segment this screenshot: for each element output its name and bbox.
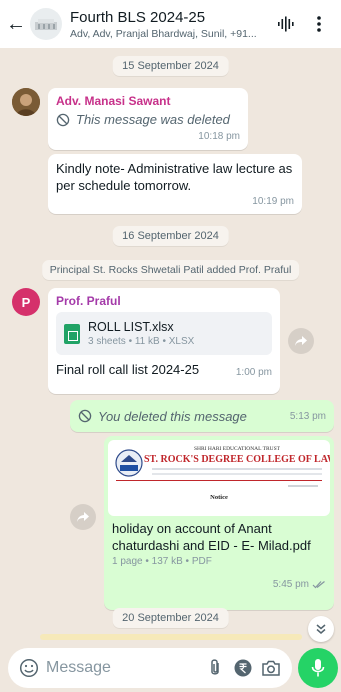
blocked-icon: [56, 113, 70, 126]
sender-name[interactable]: Adv. Manasi Sawant: [56, 94, 240, 108]
message-time: 1:00 pm: [235, 367, 272, 378]
microphone-icon: [311, 659, 325, 677]
building-icon: [35, 19, 57, 30]
message-bubble[interactable]: Prof. Praful ROLL LIST.xlsx 3 sheets • 1…: [48, 288, 280, 394]
message-time: 10:18 pm: [198, 131, 240, 142]
emoji-icon[interactable]: [18, 657, 40, 679]
back-arrow-icon[interactable]: ←: [6, 14, 26, 34]
preview-notice: Notice: [210, 494, 228, 501]
spreadsheet-icon: [64, 323, 80, 344]
document-preview[interactable]: SHRI HARI EDUCATIONAL TRUST ST. ROCK'S D…: [108, 440, 330, 516]
preview-college: ST. ROCK'S DEGREE COLLEGE OF LAW: [144, 454, 330, 465]
preview-line: [152, 473, 322, 475]
group-members: Adv, Adv, Pranjal Bhardwaj, Sunil, +91..…: [70, 27, 257, 40]
group-avatar[interactable]: [30, 8, 62, 40]
voice-chat-icon[interactable]: [271, 10, 299, 38]
message-list[interactable]: 15 September 2024 Adv. Manasi Sawant Thi…: [0, 48, 341, 644]
preview-line: [288, 485, 318, 487]
file-name: holiday on account of Anant chaturdashi …: [112, 521, 311, 553]
message-bubble[interactable]: Kindly note- Administrative law lecture …: [48, 154, 302, 214]
avatar-letter: P: [21, 294, 31, 310]
next-message-edge: [40, 634, 302, 640]
attach-icon[interactable]: [204, 657, 226, 679]
message-text: Kindly note- Administrative law lecture …: [56, 161, 293, 193]
message-time: 10:19 pm: [252, 196, 294, 207]
chat-header: ← Fourth BLS 2024-25 Adv, Adv, Pranjal B…: [0, 0, 341, 48]
deleted-message: You deleted this message: [78, 409, 247, 424]
date-chip: 20 September 2024: [112, 608, 229, 628]
forward-button[interactable]: [70, 504, 96, 530]
message-bubble[interactable]: Adv. Manasi Sawant This message was dele…: [48, 88, 248, 150]
voice-record-button[interactable]: [298, 648, 338, 688]
forward-arrow-icon: [295, 336, 307, 346]
deleted-message: This message was deleted: [56, 112, 240, 127]
group-title: Fourth BLS 2024-25: [70, 8, 206, 26]
file-name: ROLL LIST.xlsx: [88, 320, 174, 334]
forward-arrow-icon: [77, 512, 89, 522]
date-chip: 16 September 2024: [112, 226, 229, 246]
forward-button[interactable]: [288, 328, 314, 354]
sender-name[interactable]: Prof. Praful: [56, 294, 272, 308]
sender-avatar[interactable]: [12, 88, 40, 116]
preview-divider: [116, 480, 322, 481]
file-attachment[interactable]: ROLL LIST.xlsx 3 sheets • 11 kB • XLSX: [56, 312, 272, 355]
file-meta: 3 sheets • 11 kB • XLSX: [88, 336, 195, 347]
preview-trust: SHRI HARI EDUCATIONAL TRUST: [193, 446, 280, 452]
system-message: Principal St. Rocks Shwetali Patil added…: [41, 260, 300, 280]
date-chip: 15 September 2024: [112, 56, 229, 76]
sender-avatar[interactable]: P: [12, 288, 40, 316]
double-chevron-down-icon: [316, 624, 326, 634]
message-input-box[interactable]: [8, 648, 292, 688]
blocked-icon: [78, 409, 92, 423]
preview-line: [152, 468, 322, 470]
group-info[interactable]: Fourth BLS 2024-25 Adv, Adv, Pranjal Bha…: [70, 9, 265, 40]
deleted-text: You deleted this message: [98, 408, 247, 424]
deleted-text: This message was deleted: [76, 112, 230, 127]
file-caption: Final roll call list 2024-25: [56, 362, 200, 377]
camera-icon[interactable]: [260, 657, 282, 679]
more-options-icon[interactable]: [305, 10, 333, 38]
message-time: 5:45 pm: [272, 579, 309, 590]
rupee-payment-icon[interactable]: [232, 657, 254, 679]
scroll-to-bottom-button[interactable]: [308, 616, 334, 642]
college-logo-icon: [115, 449, 143, 477]
message-bubble[interactable]: You deleted this message 5:13 pm: [70, 400, 334, 432]
message-time: 5:13 pm: [289, 410, 326, 422]
message-input[interactable]: [46, 659, 198, 677]
composer-bar: [0, 644, 341, 692]
file-meta: 1 page • 137 kB • PDF: [112, 556, 212, 567]
message-bubble[interactable]: SHRI HARI EDUCATIONAL TRUST ST. ROCK'S D…: [104, 436, 334, 610]
double-check-icon: [312, 581, 325, 589]
